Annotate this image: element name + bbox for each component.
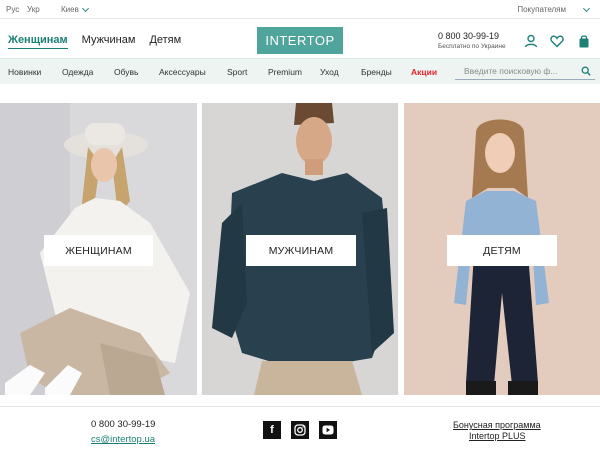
heart-icon[interactable] bbox=[550, 34, 564, 48]
footer-email-link[interactable]: cs@intertop.ua bbox=[91, 434, 155, 445]
lang-ru-link[interactable]: Рус bbox=[6, 5, 19, 14]
facebook-icon[interactable]: f bbox=[263, 421, 281, 439]
user-icon[interactable] bbox=[524, 34, 538, 48]
tab-men[interactable]: Мужчинам bbox=[82, 34, 136, 49]
instagram-icon[interactable] bbox=[291, 421, 309, 439]
header-phone[interactable]: 0 800 30-99-19 bbox=[438, 31, 499, 41]
nav-item-new[interactable]: Новинки bbox=[8, 67, 41, 77]
city-label: Киев bbox=[61, 5, 79, 14]
chevron-down-icon bbox=[81, 4, 89, 12]
tab-kids[interactable]: Детям bbox=[149, 34, 181, 49]
buyers-menu[interactable]: Покупателям bbox=[517, 4, 591, 14]
search-icon[interactable] bbox=[581, 66, 591, 76]
nav-item-sport[interactable]: Sport bbox=[227, 67, 247, 77]
header-phone-note: Бесплатно по Украине bbox=[438, 43, 506, 50]
nav-item-brands[interactable]: Бренды bbox=[361, 67, 392, 77]
nav-item-accessories[interactable]: Аксессуары bbox=[159, 67, 206, 77]
youtube-icon[interactable] bbox=[319, 421, 337, 439]
intertop-logo[interactable]: INTERTOP bbox=[257, 27, 343, 54]
city-selector[interactable]: Киев bbox=[61, 4, 89, 14]
footer-phone[interactable]: 0 800 30-99-19 bbox=[91, 419, 155, 430]
nav-item-clothing[interactable]: Одежда bbox=[62, 67, 93, 77]
search-box bbox=[455, 63, 595, 80]
bonus-program-link[interactable]: Бонусная программа bbox=[453, 420, 541, 430]
buyers-label: Покупателям bbox=[517, 5, 566, 14]
search-input[interactable] bbox=[455, 66, 575, 76]
hero-label-women[interactable]: ЖЕНЩИНАМ bbox=[44, 235, 153, 266]
site-header: Женщинам Мужчинам Детям INTERTOP 0 800 3… bbox=[0, 20, 600, 58]
nav-item-shoes[interactable]: Обувь bbox=[114, 67, 139, 77]
top-utility-bar: Рус Укр Киев Покупателям bbox=[0, 0, 600, 19]
nav-item-sale[interactable]: Акции bbox=[411, 67, 437, 77]
hero-tile-kids[interactable]: ДЕТЯМ bbox=[404, 103, 600, 395]
bonus-program-link-name[interactable]: Intertop PLUS bbox=[469, 431, 526, 441]
hero-tile-men[interactable]: МУЖЧИНАМ bbox=[202, 103, 398, 395]
bag-icon[interactable] bbox=[577, 34, 591, 48]
tab-women[interactable]: Женщинам bbox=[8, 34, 68, 49]
chevron-down-icon bbox=[582, 4, 591, 12]
page-footer: 0 800 30-99-19 cs@intertop.ua f Бонусная… bbox=[0, 406, 600, 450]
gender-tabs: Женщинам Мужчинам Детям bbox=[8, 34, 181, 49]
hero-label-men[interactable]: МУЖЧИНАМ bbox=[246, 235, 356, 266]
category-nav: Новинки Одежда Обувь Аксессуары Sport Pr… bbox=[0, 58, 600, 84]
hero-tile-women[interactable]: ЖЕНЩИНАМ bbox=[0, 103, 197, 395]
lang-ua-link[interactable]: Укр bbox=[27, 5, 40, 14]
hero-label-kids[interactable]: ДЕТЯМ bbox=[447, 235, 557, 266]
nav-item-premium[interactable]: Premium bbox=[268, 67, 302, 77]
nav-item-care[interactable]: Уход bbox=[320, 67, 339, 77]
